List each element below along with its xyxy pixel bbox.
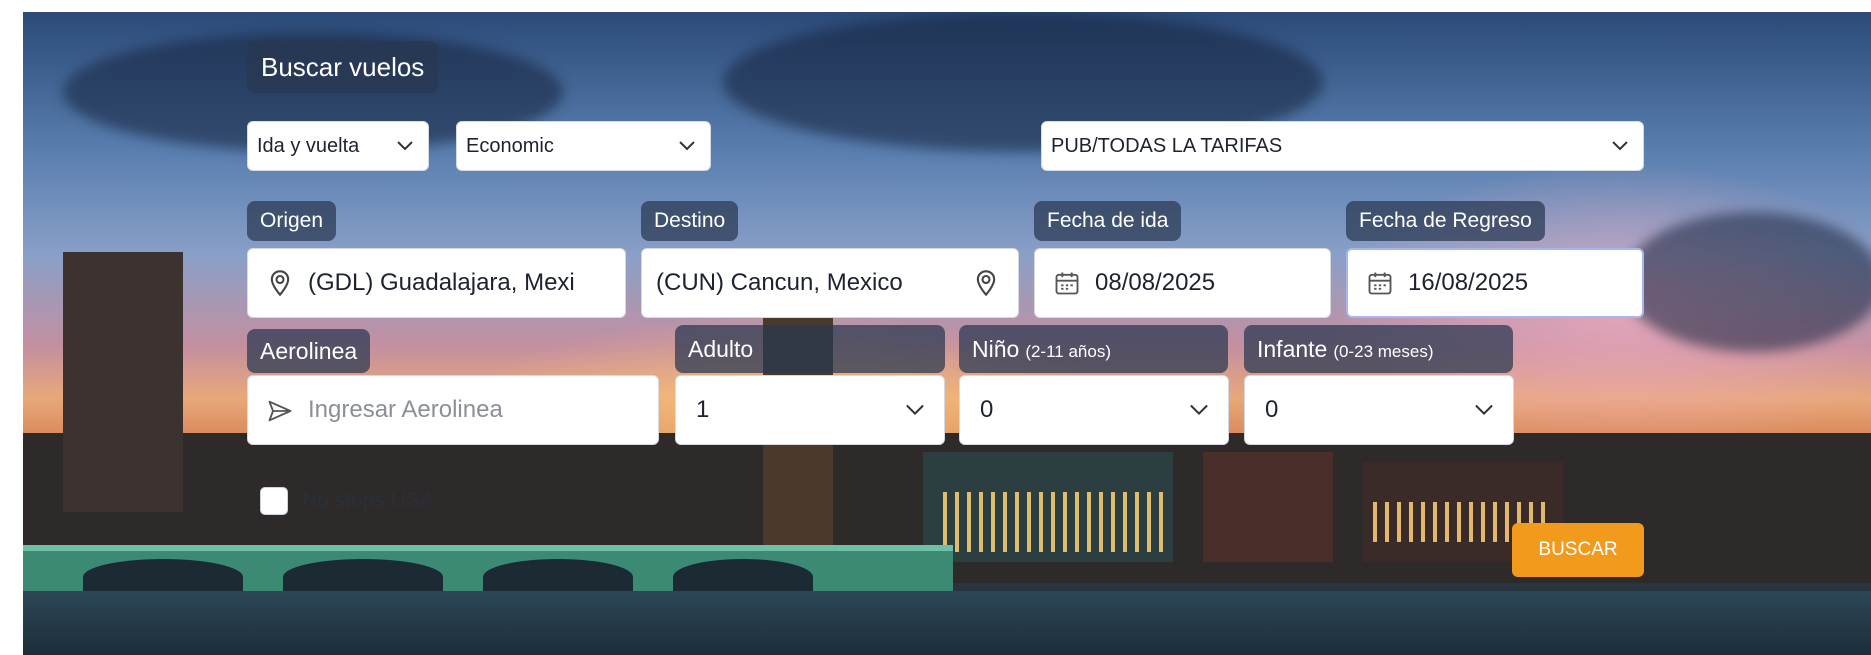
return-date-value: 16/08/2025 [1408,269,1529,296]
trip-type-value: Ida y vuelta [257,134,360,157]
child-label-text: Niño [972,336,1020,362]
child-label: Niño (2-11 años) [959,325,1228,373]
chevron-down-icon [396,137,414,155]
adult-label: Adulto [675,325,945,373]
map-pin-icon [972,269,1000,297]
infants-select[interactable]: 0 [1244,375,1514,445]
no-stops-checkbox[interactable] [260,487,288,515]
infants-value: 0 [1265,396,1279,423]
flight-search-form: Buscar vuelos Ida y vuelta Economic PUB/… [0,0,1871,655]
departure-date-label: Fecha de ida [1034,201,1182,241]
chevron-down-icon [1190,401,1208,419]
no-stops-option: No stops USA [260,487,434,515]
cabin-class-value: Economic [466,134,554,157]
children-select[interactable]: 0 [959,375,1229,445]
children-value: 0 [980,396,994,423]
departure-date-input[interactable]: 08/08/2025 [1034,248,1331,318]
destination-label: Destino [641,201,739,241]
destination-value: (CUN) Cancun, Mexico [656,269,903,296]
panel-title: Buscar vuelos [247,41,439,93]
return-date-input[interactable]: 16/08/2025 [1346,248,1644,318]
fare-type-value: PUB/TODAS LA TARIFAS [1051,134,1283,157]
infant-age-hint: (0-23 meses) [1333,342,1434,361]
paper-plane-icon [266,396,294,424]
airline-placeholder: Ingresar Aerolinea [308,396,503,423]
calendar-icon [1053,269,1081,297]
infant-label-text: Infante [1257,336,1328,362]
chevron-down-icon [1611,137,1629,155]
departure-date-value: 08/08/2025 [1095,269,1216,296]
no-stops-label: No stops USA [302,489,434,512]
map-pin-icon [266,269,294,297]
cabin-class-select[interactable]: Economic [456,121,711,171]
adults-select[interactable]: 1 [675,375,945,445]
adults-value: 1 [696,396,710,423]
fare-type-select[interactable]: PUB/TODAS LA TARIFAS [1041,121,1644,171]
chevron-down-icon [906,401,924,419]
origin-label: Origen [247,201,337,241]
child-age-hint: (2-11 años) [1025,342,1111,361]
infant-label: Infante (0-23 meses) [1244,325,1513,373]
destination-input[interactable]: (CUN) Cancun, Mexico [641,248,1019,318]
calendar-icon [1366,269,1394,297]
search-button[interactable]: BUSCAR [1512,523,1644,577]
chevron-down-icon [678,137,696,155]
return-date-label: Fecha de Regreso [1346,201,1545,241]
airline-label: Aerolinea [247,329,371,373]
airline-input[interactable]: Ingresar Aerolinea [247,375,659,445]
chevron-down-icon [1475,401,1493,419]
origin-value: (GDL) Guadalajara, Mexi [308,269,575,296]
origin-input[interactable]: (GDL) Guadalajara, Mexi [247,248,626,318]
trip-type-select[interactable]: Ida y vuelta [247,121,429,171]
